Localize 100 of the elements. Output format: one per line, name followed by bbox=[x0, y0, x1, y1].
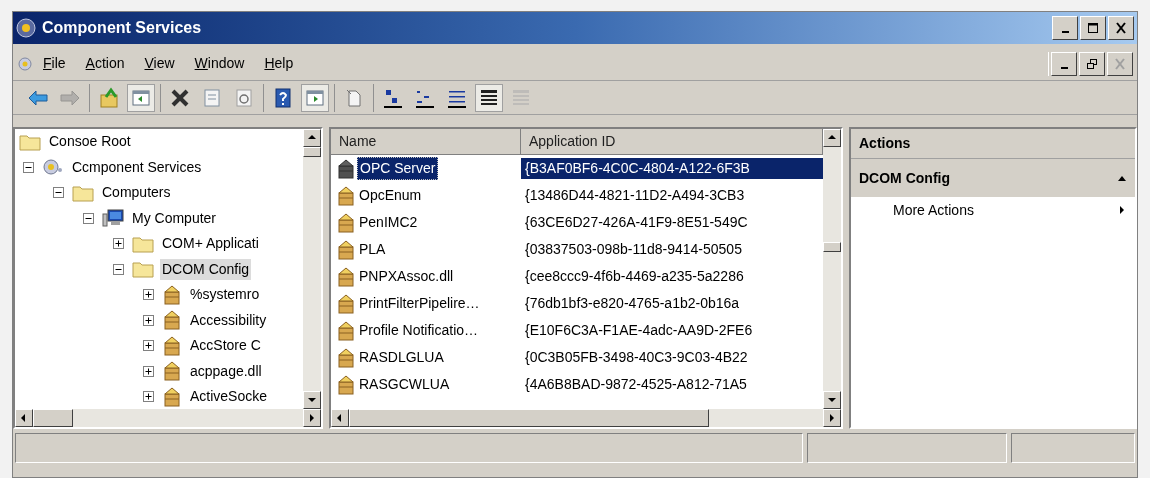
table-cell[interactable]: RASDLGLUA bbox=[357, 347, 446, 368]
package-icon bbox=[336, 212, 356, 233]
minimize-button[interactable] bbox=[1052, 16, 1078, 40]
folder-icon bbox=[19, 132, 41, 151]
tree-item[interactable]: AccStore C bbox=[188, 335, 263, 357]
table-cell[interactable]: Profile Notificatio… bbox=[357, 320, 481, 341]
close-icon bbox=[1114, 22, 1128, 34]
folder-icon bbox=[132, 260, 154, 279]
tree-item[interactable]: Computers bbox=[100, 182, 173, 204]
table-cell-text: {03837503-098b-11d8-9414-50505 bbox=[524, 240, 743, 259]
collapse-icon[interactable] bbox=[113, 263, 124, 275]
folder-up-icon bbox=[98, 86, 120, 109]
table-cell[interactable]: RASGCWLUA bbox=[357, 374, 452, 395]
tree-item[interactable]: DCOM Config bbox=[160, 258, 252, 280]
table-cell[interactable]: PLA bbox=[357, 239, 388, 260]
package-icon bbox=[336, 185, 356, 206]
expand-icon[interactable] bbox=[113, 238, 124, 250]
menu-item[interactable]: Action bbox=[85, 53, 125, 74]
menu-item[interactable]: Help bbox=[264, 53, 294, 74]
collapse-icon[interactable] bbox=[23, 161, 34, 173]
document-icon bbox=[201, 86, 223, 109]
scroll-down-button[interactable] bbox=[303, 391, 321, 409]
scroll-down-button[interactable] bbox=[823, 391, 841, 409]
column-header[interactable]: Name bbox=[331, 129, 521, 155]
close-button[interactable] bbox=[1107, 51, 1133, 76]
package-icon bbox=[162, 335, 182, 356]
maximize-button[interactable] bbox=[1080, 16, 1106, 40]
scroll-thumb[interactable] bbox=[33, 409, 73, 427]
package-icon bbox=[336, 320, 356, 341]
window-title: Component Services bbox=[42, 18, 203, 38]
package-icon bbox=[162, 361, 182, 382]
scroll-left-button[interactable] bbox=[331, 409, 349, 427]
menu-item[interactable]: View bbox=[144, 53, 175, 74]
toolbar-details-button[interactable] bbox=[475, 83, 503, 112]
computer-icon bbox=[102, 209, 124, 228]
package-icon bbox=[162, 386, 182, 407]
horizontal-scrollbar[interactable] bbox=[331, 409, 841, 427]
gear-icon bbox=[16, 18, 36, 38]
collapse-icon[interactable] bbox=[53, 187, 64, 199]
expand-icon[interactable] bbox=[143, 391, 154, 403]
table-cell-text: {0C3B05FB-3498-40C3-9C03-4B22 bbox=[524, 348, 749, 367]
tree-item[interactable]: %systemro bbox=[188, 284, 262, 306]
folder-icon bbox=[72, 183, 94, 202]
scroll-right-button[interactable] bbox=[823, 409, 841, 427]
table-cell[interactable]: OPC Server bbox=[357, 157, 439, 180]
restore-button[interactable] bbox=[1079, 51, 1105, 76]
package-icon bbox=[336, 293, 356, 314]
maximize-icon bbox=[1086, 22, 1100, 34]
table-cell-text: {63CE6D27-426A-41F9-8E51-549C bbox=[524, 213, 749, 232]
minimize-icon bbox=[1060, 66, 1068, 69]
minimize-button[interactable] bbox=[1051, 51, 1077, 76]
table-cell: {B3AF0BF6-4C0C-4804-A122-6F3B bbox=[521, 158, 823, 179]
table-cell-text: {13486D44-4821-11D2-A494-3CB3 bbox=[524, 186, 746, 205]
scroll-thumb[interactable] bbox=[823, 242, 841, 252]
scroll-up-button[interactable] bbox=[823, 129, 841, 147]
scroll-up-button[interactable] bbox=[303, 129, 321, 147]
table-cell-text: {cee8ccc9-4f6b-4469-a235-5a2286 bbox=[524, 267, 745, 286]
action-section-header[interactable]: DCOM Config bbox=[851, 159, 1135, 197]
scroll-thumb[interactable] bbox=[349, 409, 709, 427]
table-cell[interactable]: OpcEnum bbox=[357, 185, 424, 206]
scroll-right-button[interactable] bbox=[303, 409, 321, 427]
vertical-scrollbar[interactable] bbox=[823, 129, 841, 409]
package-icon bbox=[336, 347, 356, 368]
tree-item[interactable]: COM+ Applicati bbox=[160, 233, 261, 255]
package-icon bbox=[336, 158, 356, 179]
expand-icon[interactable] bbox=[143, 365, 154, 377]
tree-item[interactable]: ActiveSocke bbox=[188, 386, 270, 408]
tree-item[interactable]: Ccmponent Services bbox=[70, 156, 204, 178]
help-icon bbox=[272, 86, 294, 109]
vertical-scrollbar[interactable] bbox=[303, 129, 321, 409]
tree-item[interactable]: acppage.dll bbox=[188, 360, 264, 382]
minimize-icon bbox=[1061, 31, 1069, 33]
gear-icon bbox=[42, 158, 64, 177]
package-icon bbox=[336, 374, 356, 395]
menu-item[interactable]: Window bbox=[194, 53, 245, 74]
scroll-left-button[interactable] bbox=[15, 409, 33, 427]
table-cell[interactable]: PNPXAssoc.dll bbox=[357, 266, 456, 287]
expand-icon[interactable] bbox=[143, 340, 154, 352]
scroll-thumb[interactable] bbox=[303, 147, 321, 157]
folder-icon bbox=[132, 234, 154, 253]
tree-item[interactable]: Accessibility bbox=[188, 309, 269, 331]
toolbar-tree-button[interactable] bbox=[127, 83, 155, 112]
restore-icon bbox=[1085, 57, 1099, 70]
action-item[interactable]: More Actions bbox=[851, 197, 1135, 223]
column-header[interactable]: Application ID bbox=[521, 129, 823, 155]
table-cell[interactable]: PenIMC2 bbox=[357, 212, 420, 233]
table-cell[interactable]: PrintFilterPipelire… bbox=[357, 293, 482, 314]
package-icon bbox=[162, 310, 182, 331]
close-button[interactable] bbox=[1108, 16, 1134, 40]
expand-icon[interactable] bbox=[143, 314, 154, 326]
menu-item[interactable]: File bbox=[43, 53, 66, 74]
expand-icon[interactable] bbox=[143, 289, 154, 301]
package-icon bbox=[162, 284, 182, 305]
tree-item[interactable]: Consoe Root bbox=[47, 131, 133, 153]
package-icon bbox=[336, 239, 356, 260]
horizontal-scrollbar[interactable] bbox=[15, 409, 321, 427]
collapse-icon[interactable] bbox=[83, 212, 94, 224]
package-icon bbox=[336, 266, 356, 287]
tree-item[interactable]: My Computer bbox=[130, 207, 219, 229]
table-cell-text: {E10F6C3A-F1AE-4adc-AA9D-2FE6 bbox=[524, 321, 754, 340]
